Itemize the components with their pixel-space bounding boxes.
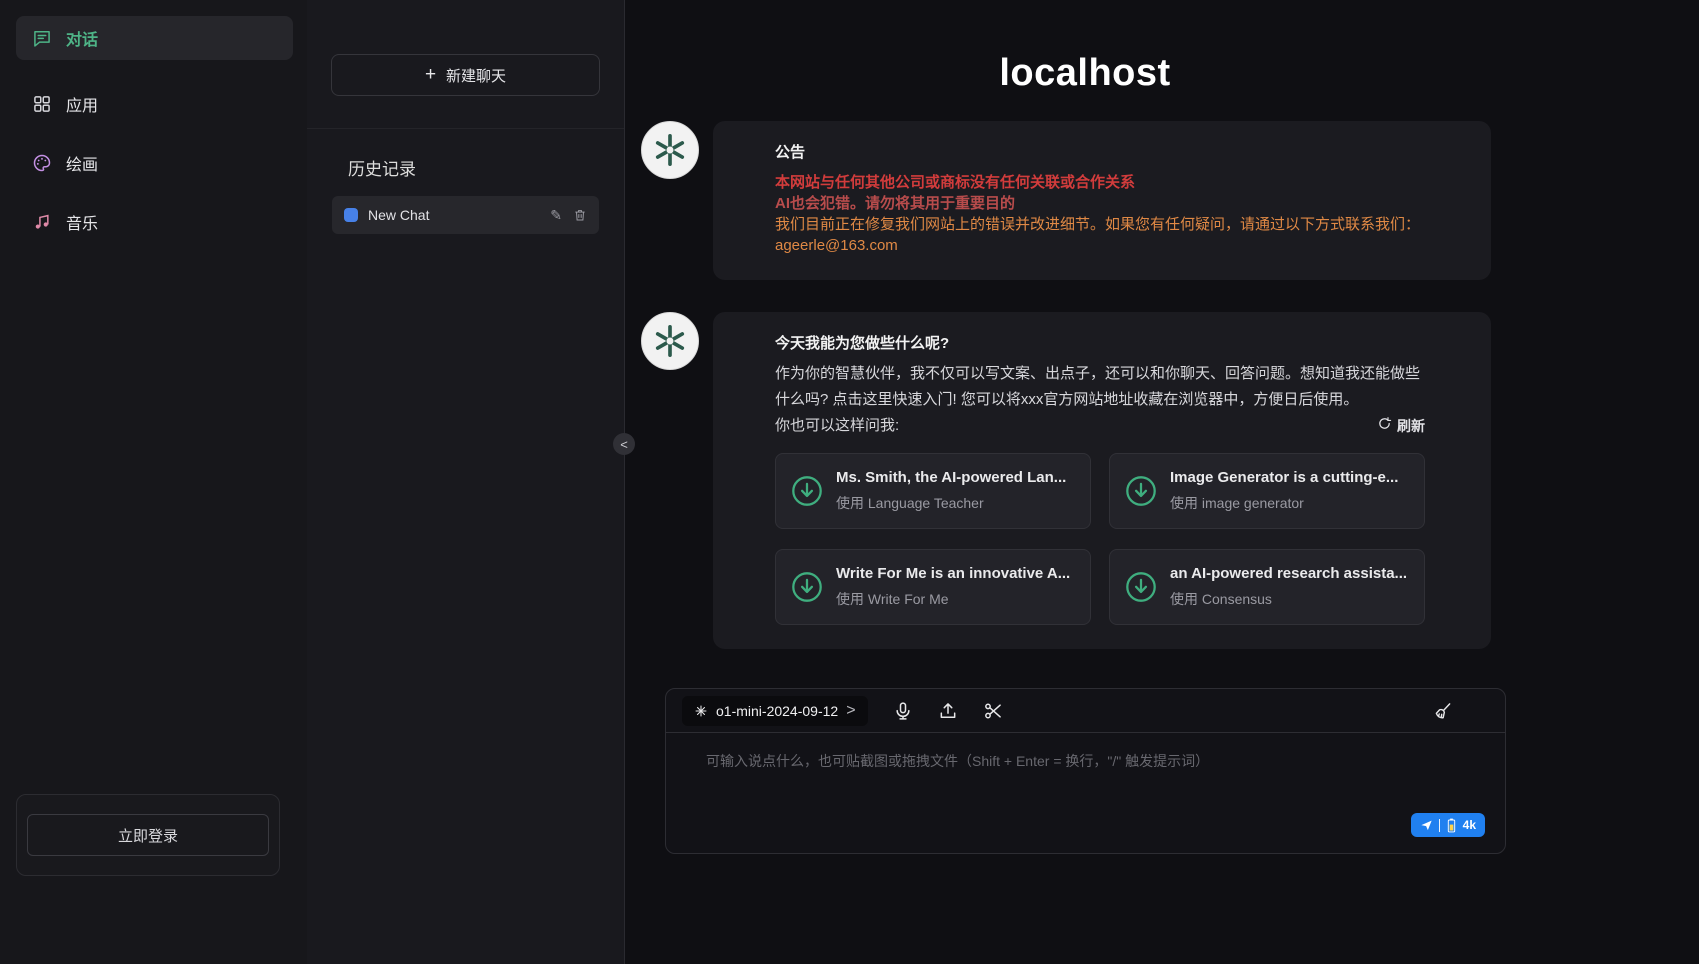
- token-count: 4k: [1463, 818, 1476, 832]
- announcement-line: 本网站与任何其他公司或商标没有任何关联或合作关系: [775, 172, 1425, 193]
- clear-context-broom-button[interactable]: [1433, 701, 1453, 721]
- screenshot-scissors-button[interactable]: [983, 701, 1003, 721]
- suggestion-card[interactable]: Ms. Smith, the AI-powered Lan... 使用 Lang…: [775, 453, 1091, 529]
- suggestion-title: Image Generator is a cutting-e...: [1170, 469, 1398, 486]
- upload-button[interactable]: [938, 701, 958, 721]
- microphone-button[interactable]: [893, 701, 913, 721]
- suggestion-texts: Write For Me is an innovative A... 使用 Wr…: [836, 565, 1070, 609]
- refresh-button[interactable]: 刷新: [1377, 413, 1425, 439]
- ask-row: 你也可以这样问我: 刷新: [775, 413, 1425, 439]
- sidebar-item-apps[interactable]: 应用: [16, 82, 293, 126]
- chat-item-actions: ✎: [550, 207, 587, 224]
- suggestion-card[interactable]: Write For Me is an innovative A... 使用 Wr…: [775, 549, 1091, 625]
- app-window: 对话 应用: [0, 0, 1699, 964]
- send-button[interactable]: 4k: [1411, 813, 1485, 837]
- suggestion-title: Write For Me is an innovative A...: [836, 565, 1070, 582]
- paper-plane-icon: [1420, 819, 1433, 832]
- suggestion-card[interactable]: an AI-powered research assista... 使用 Con…: [1109, 549, 1425, 625]
- collapse-handle[interactable]: <: [613, 433, 635, 455]
- circle-arrow-icon: [790, 474, 824, 508]
- page-title: localhost: [641, 52, 1529, 95]
- main-area: localhost: [625, 0, 1699, 964]
- composer-toolbar: o1-mini-2024-09-12 >: [666, 689, 1505, 733]
- contact-email-link[interactable]: ageerle@163.com: [775, 235, 1425, 256]
- sparkle-icon: [694, 704, 708, 718]
- chevron-left-icon: <: [620, 437, 628, 452]
- message-input-area: 4k: [666, 733, 1505, 853]
- plus-icon: +: [425, 64, 436, 86]
- history-title: 历史记录: [348, 155, 600, 180]
- sidebar-item-music[interactable]: 音乐: [16, 200, 293, 244]
- composer: o1-mini-2024-09-12 >: [665, 688, 1506, 854]
- welcome-body: 作为你的智慧伙伴，我不仅可以写文案、出点子，还可以和你聊天、回答问题。想知道我还…: [775, 361, 1425, 413]
- new-chat-button[interactable]: + 新建聊天: [331, 54, 600, 96]
- message-input[interactable]: [690, 745, 1481, 815]
- announcement-title: 公告: [775, 141, 1425, 162]
- refresh-label: 刷新: [1397, 413, 1425, 439]
- sidebar-item-paint[interactable]: 绘画: [16, 141, 293, 185]
- sidebar: 对话 应用: [0, 0, 307, 964]
- login-button[interactable]: 立即登录: [27, 814, 269, 856]
- sidebar-item-label: 绘画: [66, 151, 98, 175]
- suggestion-subtitle: 使用 image generator: [1170, 493, 1398, 513]
- battery-icon: [1446, 818, 1457, 833]
- suggestion-texts: Image Generator is a cutting-e... 使用 ima…: [1170, 469, 1398, 513]
- chat-item-title: New Chat: [368, 207, 540, 223]
- chat-wrapper: localhost: [641, 0, 1529, 964]
- chat-bubble-icon: [32, 28, 52, 48]
- delete-icon[interactable]: [573, 208, 587, 222]
- model-name: o1-mini-2024-09-12: [716, 703, 838, 719]
- message-row: 今天我能为您做些什么呢? 作为你的智慧伙伴，我不仅可以写文案、出点子，还可以和你…: [641, 312, 1529, 649]
- chevron-right-icon: >: [846, 702, 855, 720]
- suggestion-texts: Ms. Smith, the AI-powered Lan... 使用 Lang…: [836, 469, 1066, 513]
- music-note-icon: [32, 212, 52, 232]
- chat-color-icon: [344, 208, 358, 222]
- refresh-icon: [1377, 413, 1392, 439]
- suggestion-title: Ms. Smith, the AI-powered Lan...: [836, 469, 1066, 486]
- sidebar-item-label: 对话: [66, 26, 98, 50]
- suggestion-subtitle: 使用 Consensus: [1170, 589, 1407, 609]
- login-box: 立即登录: [16, 794, 280, 876]
- announcement-line: AI也会犯错。请勿将其用于重要目的: [775, 193, 1425, 214]
- circle-arrow-icon: [1124, 474, 1158, 508]
- assistant-avatar: [641, 121, 699, 179]
- welcome-card: 今天我能为您做些什么呢? 作为你的智慧伙伴，我不仅可以写文案、出点子，还可以和你…: [713, 312, 1491, 649]
- assistant-avatar: [641, 312, 699, 370]
- suggestion-texts: an AI-powered research assista... 使用 Con…: [1170, 565, 1407, 609]
- suggestion-subtitle: 使用 Language Teacher: [836, 493, 1066, 513]
- suggestion-title: an AI-powered research assista...: [1170, 565, 1407, 582]
- new-chat-label: 新建聊天: [446, 65, 506, 86]
- message-row: 公告 本网站与任何其他公司或商标没有任何关联或合作关系 AI也会犯错。请勿将其用…: [641, 121, 1529, 280]
- edit-icon[interactable]: ✎: [550, 207, 562, 224]
- paint-palette-icon: [32, 153, 52, 173]
- circle-arrow-icon: [1124, 570, 1158, 604]
- welcome-title: 今天我能为您做些什么呢?: [775, 332, 1425, 353]
- chat-history-item[interactable]: New Chat ✎: [332, 196, 599, 234]
- announcement-line: 我们目前正在修复我们网站上的错误并改进细节。如果您有任何疑问，请通过以下方式联系…: [775, 214, 1425, 235]
- apps-grid-icon: [32, 94, 52, 114]
- sidebar-item-label: 音乐: [66, 210, 98, 234]
- circle-arrow-icon: [790, 570, 824, 604]
- ask-hint: 你也可以这样问我:: [775, 413, 899, 439]
- new-chat-section: + 新建聊天: [307, 0, 624, 129]
- sidebar-item-chat[interactable]: 对话: [16, 16, 293, 60]
- model-selector[interactable]: o1-mini-2024-09-12 >: [682, 696, 868, 726]
- suggestion-subtitle: 使用 Write For Me: [836, 589, 1070, 609]
- pill-divider: [1439, 819, 1440, 832]
- announcement-card: 公告 本网站与任何其他公司或商标没有任何关联或合作关系 AI也会犯错。请勿将其用…: [713, 121, 1491, 280]
- conversation-panel: + 新建聊天 历史记录 New Chat ✎ <: [307, 0, 625, 964]
- suggestion-grid: Ms. Smith, the AI-powered Lan... 使用 Lang…: [775, 453, 1425, 625]
- sidebar-item-label: 应用: [66, 92, 98, 116]
- suggestion-card[interactable]: Image Generator is a cutting-e... 使用 ima…: [1109, 453, 1425, 529]
